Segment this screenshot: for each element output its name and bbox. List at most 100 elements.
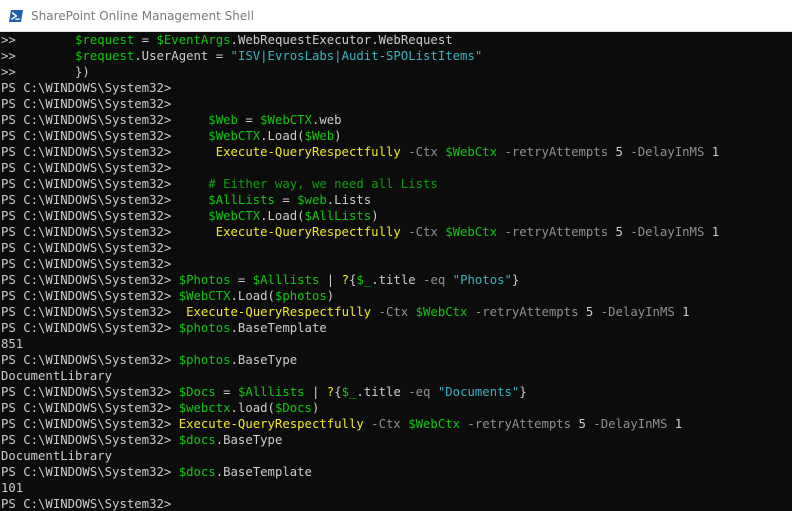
console-token: $request [75,33,135,47]
console-token: $Docs [178,385,216,399]
console-token: $photos [178,353,231,367]
console-token: PS C:\WINDOWS\System32> [1,81,172,95]
console-token: PS C:\WINDOWS\System32> [1,465,179,479]
console-token: $docs [178,465,216,479]
console-token: $WebCtx [415,305,468,319]
console-token: $WebCtx [445,145,498,159]
console-token: } [519,385,527,399]
console-token: .title [356,385,409,399]
console-token: PS C:\WINDOWS\System32> [1,209,209,223]
console-token: $webctx [178,401,231,415]
console-token: -retryAttempts [497,145,616,159]
console-token: ) [311,401,320,415]
console-line: PS C:\WINDOWS\System32> Execute-QueryRes… [0,416,792,432]
console-token: $WebCTX [208,129,261,143]
console-token: -DelayInMS [585,417,675,431]
console-token: ) [371,209,379,223]
console-token: 5 [615,225,623,239]
console-token: $Alllists [237,385,305,399]
console-token: "Documents" [437,385,520,399]
console-token: 851 [1,337,24,351]
window-title: SharePoint Online Management Shell [31,8,254,23]
console-token: -Ctx [400,145,446,159]
console-token: PS C:\WINDOWS\System32> [1,497,172,511]
window-titlebar[interactable]: SharePoint Online Management Shell [0,0,792,32]
console-token: ? [341,273,349,287]
console-line: PS C:\WINDOWS\System32> $Web = $WebCTX.w… [0,112,792,128]
console-token: $photos [274,289,327,303]
console-token: = [274,193,298,207]
console-token: PS C:\WINDOWS\System32> [1,321,179,335]
console-line: PS C:\WINDOWS\System32> $AllLists = $web… [0,192,792,208]
console-line: 851 [0,336,792,352]
console-token: .Load( [230,289,275,303]
console-line: PS C:\WINDOWS\System32> [0,496,792,511]
console-token: PS C:\WINDOWS\System32> [1,193,209,207]
powershell-icon [9,9,23,22]
console-token: Execute-QueryRespectfully [215,145,401,159]
console-line: >> }) [0,64,792,80]
console-line: PS C:\WINDOWS\System32> Execute-QueryRes… [0,304,792,320]
console-token: | [319,273,342,287]
console-output[interactable]: >> $request = $EventArgs.WebRequestExecu… [0,32,792,511]
console-token: -Ctx [371,305,416,319]
console-line: PS C:\WINDOWS\System32> $WebCTX.Load($We… [0,128,792,144]
console-token: $WebCTX [208,209,261,223]
console-token: $WebCTX [178,289,231,303]
console-token: .WebRequestExecutor.WebRequest [230,33,453,47]
console-token: 1 [711,145,720,159]
console-token: PS C:\WINDOWS\System32> [1,177,209,191]
console-token: Execute-QueryRespectfully [215,225,401,239]
console-token: PS C:\WINDOWS\System32> [1,273,179,287]
console-token: .BaseType [230,353,298,367]
console-token: -retryAttempts [467,305,586,319]
console-token: 5 [578,417,586,431]
console-token: >> [1,49,76,63]
console-token: = [230,273,253,287]
console-token: "ISV|EvrosLabs|Audit-SPOListItems" [230,49,483,63]
console-token: $Web [208,113,238,127]
console-token: $web [297,193,327,207]
console-token: .BaseTemplate [215,465,312,479]
console-token: -eq [408,385,431,399]
console-token: PS C:\WINDOWS\System32> [1,257,172,271]
console-token: -DelayInMS [622,225,712,239]
console-token: | [304,385,327,399]
console-token: 1 [682,305,690,319]
console-line: PS C:\WINDOWS\System32> [0,256,792,272]
console-line: PS C:\WINDOWS\System32> $WebCTX.Load($Al… [0,208,792,224]
console-token: PS C:\WINDOWS\System32> [1,385,179,399]
console-token: >> [1,33,76,47]
console-line: PS C:\WINDOWS\System32> Execute-QueryRes… [0,224,792,240]
console-token: $WebCtx [408,417,461,431]
console-line: DocumentLibrary [0,448,792,464]
console-token: DocumentLibrary [1,369,113,383]
console-token: PS C:\WINDOWS\System32> [1,97,172,111]
console-token [430,385,437,399]
console-line: PS C:\WINDOWS\System32> $photos.BaseTemp… [0,320,792,336]
console-line: PS C:\WINDOWS\System32> Execute-QueryRes… [0,144,792,160]
console-token: $AllLists [208,193,275,207]
console-token: = [134,33,157,47]
console-token: PS C:\WINDOWS\System32> [1,161,172,175]
console-line: PS C:\WINDOWS\System32> [0,80,792,96]
console-line: PS C:\WINDOWS\System32> # Either way, we… [0,176,792,192]
console-line: PS C:\WINDOWS\System32> [0,160,792,176]
console-token: .load( [230,401,275,415]
console-token: Execute-QueryRespectfully [178,417,364,431]
console-token: PS C:\WINDOWS\System32> [1,289,179,303]
console-token: PS C:\WINDOWS\System32> [1,433,179,447]
console-token: .BaseType [215,433,283,447]
console-line: PS C:\WINDOWS\System32> $WebCTX.Load($ph… [0,288,792,304]
console-token: PS C:\WINDOWS\System32> [1,417,179,431]
console-token: $Docs [274,401,312,415]
console-token: $docs [178,433,216,447]
console-line: PS C:\WINDOWS\System32> [0,96,792,112]
console-token: -DelayInMS [622,145,712,159]
console-token: -Ctx [363,417,409,431]
console-token: -Ctx [400,225,446,239]
console-token: # Either way, we need all Lists [208,177,438,191]
console-token: = [237,113,261,127]
console-line: PS C:\WINDOWS\System32> $Photos = $Allli… [0,272,792,288]
console-token: PS C:\WINDOWS\System32> [1,305,187,319]
